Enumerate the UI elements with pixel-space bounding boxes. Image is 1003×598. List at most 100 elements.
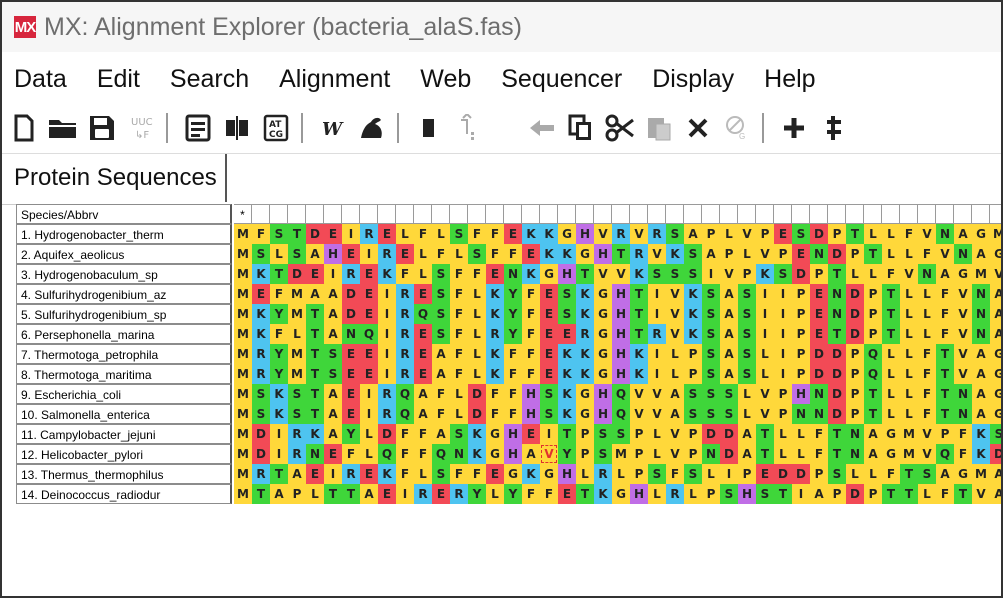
residue-cell[interactable]: R	[576, 324, 594, 344]
residue-cell[interactable]: S	[558, 304, 576, 324]
residue-cell[interactable]: A	[972, 364, 990, 384]
residue-cell[interactable]: I	[774, 324, 792, 344]
residue-cell[interactable]: L	[666, 364, 684, 384]
residue-cell[interactable]: T	[576, 484, 594, 504]
residue-cell[interactable]: M	[234, 244, 252, 264]
residue-cell[interactable]: K	[252, 304, 270, 324]
residue-cell[interactable]: D	[828, 384, 846, 404]
column-header-cell[interactable]	[792, 204, 810, 224]
residue-cell[interactable]: V	[666, 304, 684, 324]
species-name[interactable]: 3. Hydrogenobaculum_sp	[16, 264, 232, 284]
residue-cell[interactable]: A	[972, 244, 990, 264]
residue-cell[interactable]: T	[342, 484, 360, 504]
residue-cell[interactable]: I	[774, 344, 792, 364]
column-header-cell[interactable]	[990, 204, 1001, 224]
residue-cell[interactable]: M	[234, 324, 252, 344]
menu-sequencer[interactable]: Sequencer	[501, 65, 622, 94]
column-header-cell[interactable]	[522, 204, 540, 224]
column-header-cell[interactable]	[540, 204, 558, 224]
save-icon[interactable]	[85, 111, 119, 145]
residue-cell[interactable]: A	[990, 464, 1001, 484]
residue-cell[interactable]: L	[756, 344, 774, 364]
residue-cell[interactable]: K	[972, 424, 990, 444]
residue-cell[interactable]: F	[396, 424, 414, 444]
column-header-cell[interactable]	[306, 204, 324, 224]
residue-cell[interactable]: L	[846, 464, 864, 484]
residue-cell[interactable]: P	[846, 344, 864, 364]
species-name[interactable]: 13. Thermus_thermophilus	[16, 464, 232, 484]
residue-cell[interactable]: F	[486, 404, 504, 424]
residue-cell[interactable]: P	[810, 264, 828, 284]
residue-cell[interactable]: L	[738, 384, 756, 404]
residue-cell[interactable]: T	[828, 264, 846, 284]
residue-cell[interactable]: I	[720, 464, 738, 484]
residue-cell[interactable]: F	[486, 384, 504, 404]
residue-cell[interactable]: F	[450, 344, 468, 364]
column-header-cell[interactable]	[954, 204, 972, 224]
residue-cell[interactable]: E	[414, 364, 432, 384]
residue-cell[interactable]: K	[558, 404, 576, 424]
residue-cell[interactable]: P	[792, 364, 810, 384]
residue-cell[interactable]: P	[630, 464, 648, 484]
residue-cell[interactable]: G	[594, 324, 612, 344]
residue-cell[interactable]: V	[756, 384, 774, 404]
residue-cell[interactable]: I	[774, 304, 792, 324]
residue-cell[interactable]: G	[486, 424, 504, 444]
residue-cell[interactable]: K	[468, 444, 486, 464]
residue-cell[interactable]: V	[666, 324, 684, 344]
residue-cell[interactable]: K	[540, 244, 558, 264]
residue-cell[interactable]: V	[648, 384, 666, 404]
residue-cell[interactable]: S	[324, 364, 342, 384]
undo-icon[interactable]	[525, 111, 559, 145]
residue-cell[interactable]: S	[720, 484, 738, 504]
residue-cell[interactable]: E	[558, 484, 576, 504]
residue-cell[interactable]: P	[792, 344, 810, 364]
residue-cell[interactable]: F	[954, 424, 972, 444]
residue-cell[interactable]: L	[702, 464, 720, 484]
residue-cell[interactable]: G	[954, 264, 972, 284]
residue-cell[interactable]: S	[540, 404, 558, 424]
residue-cell[interactable]: I	[378, 324, 396, 344]
residue-cell[interactable]: R	[252, 344, 270, 364]
residue-cell[interactable]: M	[234, 404, 252, 424]
residue-cell[interactable]: S	[558, 284, 576, 304]
residue-cell[interactable]: G	[990, 244, 1001, 264]
residue-cell[interactable]: Y	[270, 344, 288, 364]
residue-cell[interactable]: I	[756, 304, 774, 324]
residue-cell[interactable]: E	[522, 424, 540, 444]
residue-cell[interactable]: Q	[432, 444, 450, 464]
residue-cell[interactable]: A	[432, 424, 450, 444]
residue-cell[interactable]: D	[468, 384, 486, 404]
residue-cell[interactable]: P	[774, 384, 792, 404]
residue-cell[interactable]: P	[864, 284, 882, 304]
residue-cell[interactable]: K	[468, 424, 486, 444]
residue-cell[interactable]: L	[288, 324, 306, 344]
residue-cell[interactable]: L	[864, 464, 882, 484]
residue-cell[interactable]: R	[648, 324, 666, 344]
residue-cell[interactable]: L	[450, 384, 468, 404]
residue-cell[interactable]: L	[414, 464, 432, 484]
column-header-cell[interactable]	[576, 204, 594, 224]
residue-cell[interactable]: G	[540, 264, 558, 284]
residue-cell[interactable]: T	[864, 244, 882, 264]
residue-cell[interactable]: R	[666, 484, 684, 504]
goto-icon[interactable]	[451, 111, 485, 145]
residue-cell[interactable]: A	[666, 384, 684, 404]
residue-cell[interactable]: A	[414, 384, 432, 404]
residue-cell[interactable]: L	[612, 464, 630, 484]
residue-cell[interactable]: V	[630, 224, 648, 244]
residue-cell[interactable]: M	[288, 304, 306, 324]
residue-cell[interactable]: L	[882, 244, 900, 264]
residue-cell[interactable]: L	[414, 264, 432, 284]
residue-cell[interactable]: P	[864, 304, 882, 324]
residue-cell[interactable]: L	[918, 284, 936, 304]
residue-cell[interactable]: K	[756, 264, 774, 284]
residue-cell[interactable]: F	[504, 364, 522, 384]
residue-cell[interactable]: S	[648, 264, 666, 284]
residue-cell[interactable]: E	[756, 464, 774, 484]
residue-cell[interactable]: L	[450, 244, 468, 264]
residue-cell[interactable]: T	[612, 244, 630, 264]
expand-icon[interactable]	[816, 111, 850, 145]
residue-cell[interactable]: N	[702, 444, 720, 464]
residue-cell[interactable]: S	[594, 444, 612, 464]
